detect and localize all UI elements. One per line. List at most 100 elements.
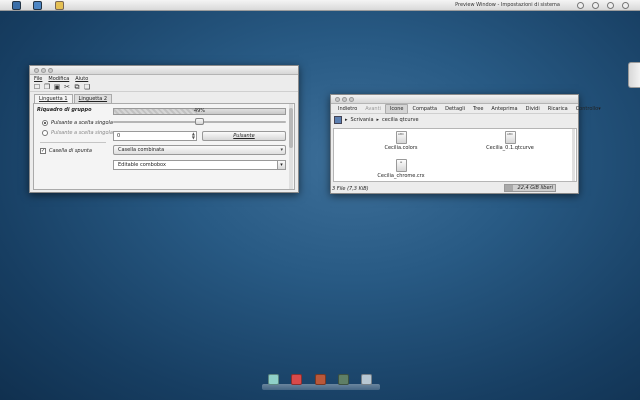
compact-view-button[interactable]: Compatta bbox=[408, 105, 441, 113]
text-file-icon: ≡ bbox=[395, 159, 407, 172]
paste-icon[interactable]: ❏ bbox=[83, 83, 91, 91]
calendar-icon[interactable] bbox=[291, 374, 302, 385]
breadcrumb: ▸ Scrivania ▸ cecilia qtcurve bbox=[331, 114, 578, 125]
close-icon[interactable] bbox=[335, 97, 340, 102]
style-preview-window: File Modifica Aiuto ☐ ❐ ▣ ✂ ⧉ ❏ Linguett… bbox=[29, 65, 299, 193]
maximize-icon[interactable] bbox=[48, 68, 53, 73]
file-name: Cecilia_0.1.qtcurve bbox=[486, 145, 534, 151]
radio-option-2[interactable]: Pulsante a scelta singola bbox=[42, 130, 113, 136]
menu-help[interactable]: Aiuto bbox=[75, 76, 88, 82]
combo-value: Casella combinata bbox=[118, 147, 165, 153]
clock-icon[interactable] bbox=[607, 2, 614, 9]
save-icon[interactable]: ▣ bbox=[53, 83, 61, 91]
menubar: File Modifica Aiuto bbox=[30, 75, 298, 82]
status-text: 3 File (7,3 KiB) bbox=[332, 186, 369, 192]
desktop-icon[interactable] bbox=[12, 1, 21, 10]
file-view: ABC Cecilia.colors ABC Cecilia_0.1.qtcur… bbox=[333, 128, 577, 182]
menu-edit[interactable]: Modifica bbox=[48, 76, 69, 82]
editable-combo-box[interactable]: Editable combobox ▾ bbox=[113, 160, 286, 170]
slider[interactable] bbox=[113, 118, 286, 125]
menu-file[interactable]: File bbox=[34, 76, 42, 82]
spin-arrows-icon[interactable]: ▲ ▼ bbox=[192, 132, 195, 140]
radio-unchecked-icon[interactable] bbox=[42, 130, 48, 136]
details-view-button[interactable]: Dettagli bbox=[441, 105, 469, 113]
group-box-title: Riquadro di gruppo bbox=[37, 107, 92, 113]
spin-value: 0 bbox=[117, 133, 121, 139]
places-icon[interactable] bbox=[334, 115, 342, 124]
control-menu-button[interactable]: Controllo▾ bbox=[572, 105, 605, 113]
close-icon[interactable] bbox=[34, 68, 39, 73]
file-manager-toolbar: Indietro Avanti Icone Compatta Dettagli … bbox=[331, 103, 601, 114]
checkbox-checked-icon[interactable]: ✓ bbox=[40, 148, 46, 154]
free-space-bar: 22,4 GiB liberi bbox=[504, 184, 556, 192]
file-item[interactable]: ABC Cecilia_0.1.qtcurve bbox=[480, 131, 540, 151]
trash-icon[interactable] bbox=[361, 374, 372, 385]
progress-text: 49% bbox=[193, 108, 206, 114]
file-manager-window: Indietro Avanti Icone Compatta Dettagli … bbox=[330, 94, 601, 194]
open-icon[interactable]: ❐ bbox=[43, 83, 51, 91]
vertical-scrollbar[interactable] bbox=[572, 129, 575, 181]
preview-button[interactable]: Anteprima bbox=[487, 105, 521, 113]
radio-label-1: Pulsante a scelta singola bbox=[51, 120, 113, 126]
file-item[interactable]: ≡ Cecilia_chrome.crx bbox=[371, 159, 431, 179]
radio-label-2: Pulsante a scelta singola bbox=[51, 130, 113, 136]
side-dock-handle[interactable] bbox=[628, 62, 640, 88]
checkbox-label: Casella di spunta bbox=[49, 148, 92, 154]
progress-bar: 49% bbox=[113, 108, 286, 115]
free-space-text: 22,4 GiB liberi bbox=[517, 185, 553, 191]
minimize-icon[interactable] bbox=[41, 68, 46, 73]
vertical-scrollbar[interactable] bbox=[289, 104, 293, 189]
slider-handle[interactable] bbox=[195, 118, 204, 125]
active-window-title: Preview Window - Impostazioni di sistema bbox=[455, 2, 560, 8]
network-icon[interactable] bbox=[577, 2, 584, 9]
tab-pane: Riquadro di gruppo Pulsante a scelta sin… bbox=[33, 103, 295, 190]
spin-box[interactable]: 0 ▲ ▼ bbox=[113, 131, 197, 141]
reload-button[interactable]: Ricarica bbox=[544, 105, 572, 113]
files-icon[interactable] bbox=[268, 374, 279, 385]
breadcrumb-desktop[interactable]: Scrivania bbox=[351, 117, 374, 123]
control-label: Controllo bbox=[575, 105, 599, 112]
titlebar bbox=[30, 66, 298, 75]
volume-icon[interactable] bbox=[592, 2, 599, 9]
tab-2[interactable]: Linguetta 2 bbox=[73, 94, 113, 103]
breadcrumb-folder[interactable]: cecilia qtcurve bbox=[382, 117, 419, 123]
copy-icon[interactable]: ⧉ bbox=[73, 83, 81, 91]
minimize-icon[interactable] bbox=[342, 97, 347, 102]
free-space-fill bbox=[505, 185, 513, 191]
file-item[interactable]: ABC Cecilia.colors bbox=[371, 131, 431, 151]
back-button[interactable]: Indietro bbox=[334, 105, 361, 113]
chevron-right-icon: ▸ bbox=[345, 116, 348, 123]
icons-view-button[interactable]: Icone bbox=[384, 103, 409, 114]
checkbox-option[interactable]: ✓ Casella di spunta bbox=[40, 148, 92, 154]
cut-icon[interactable]: ✂ bbox=[63, 83, 71, 91]
settings-icon[interactable] bbox=[338, 374, 349, 385]
document-icon: ABC bbox=[395, 131, 407, 144]
power-icon[interactable] bbox=[622, 2, 629, 9]
tree-view-button[interactable]: Tree bbox=[469, 105, 487, 113]
tab-1[interactable]: Linguetta 1 bbox=[34, 94, 73, 103]
forward-button[interactable]: Avanti bbox=[361, 105, 385, 113]
top-panel: Preview Window - Impostazioni di sistema bbox=[0, 0, 640, 11]
progress-fill bbox=[114, 109, 198, 114]
scrollbar-thumb[interactable] bbox=[289, 108, 293, 148]
chevron-down-icon: ▾ bbox=[280, 147, 283, 153]
chevron-down-icon[interactable]: ▾ bbox=[277, 160, 286, 170]
toolbar: ☐ ❐ ▣ ✂ ⧉ ❏ bbox=[30, 82, 298, 92]
files-icon[interactable] bbox=[33, 1, 42, 10]
appearance-icon[interactable] bbox=[55, 1, 64, 10]
file-name: Cecilia.colors bbox=[384, 145, 418, 151]
push-button[interactable]: Pulsante bbox=[202, 131, 286, 141]
radio-option-1[interactable]: Pulsante a scelta singola bbox=[42, 120, 113, 126]
music-icon[interactable] bbox=[315, 374, 326, 385]
radio-checked-icon[interactable] bbox=[42, 120, 48, 126]
split-button[interactable]: Dividi bbox=[522, 105, 544, 113]
document-icon: ABC bbox=[504, 131, 516, 144]
combo-box[interactable]: Casella combinata ▾ bbox=[113, 145, 286, 155]
file-name: Cecilia_chrome.crx bbox=[377, 173, 425, 179]
titlebar bbox=[331, 95, 578, 104]
group-divider bbox=[40, 142, 106, 143]
maximize-icon[interactable] bbox=[349, 97, 354, 102]
tab-bar: Linguetta 1 Linguetta 2 bbox=[30, 94, 298, 103]
editable-combo-value: Editable combobox bbox=[118, 162, 166, 168]
new-icon[interactable]: ☐ bbox=[33, 83, 41, 91]
